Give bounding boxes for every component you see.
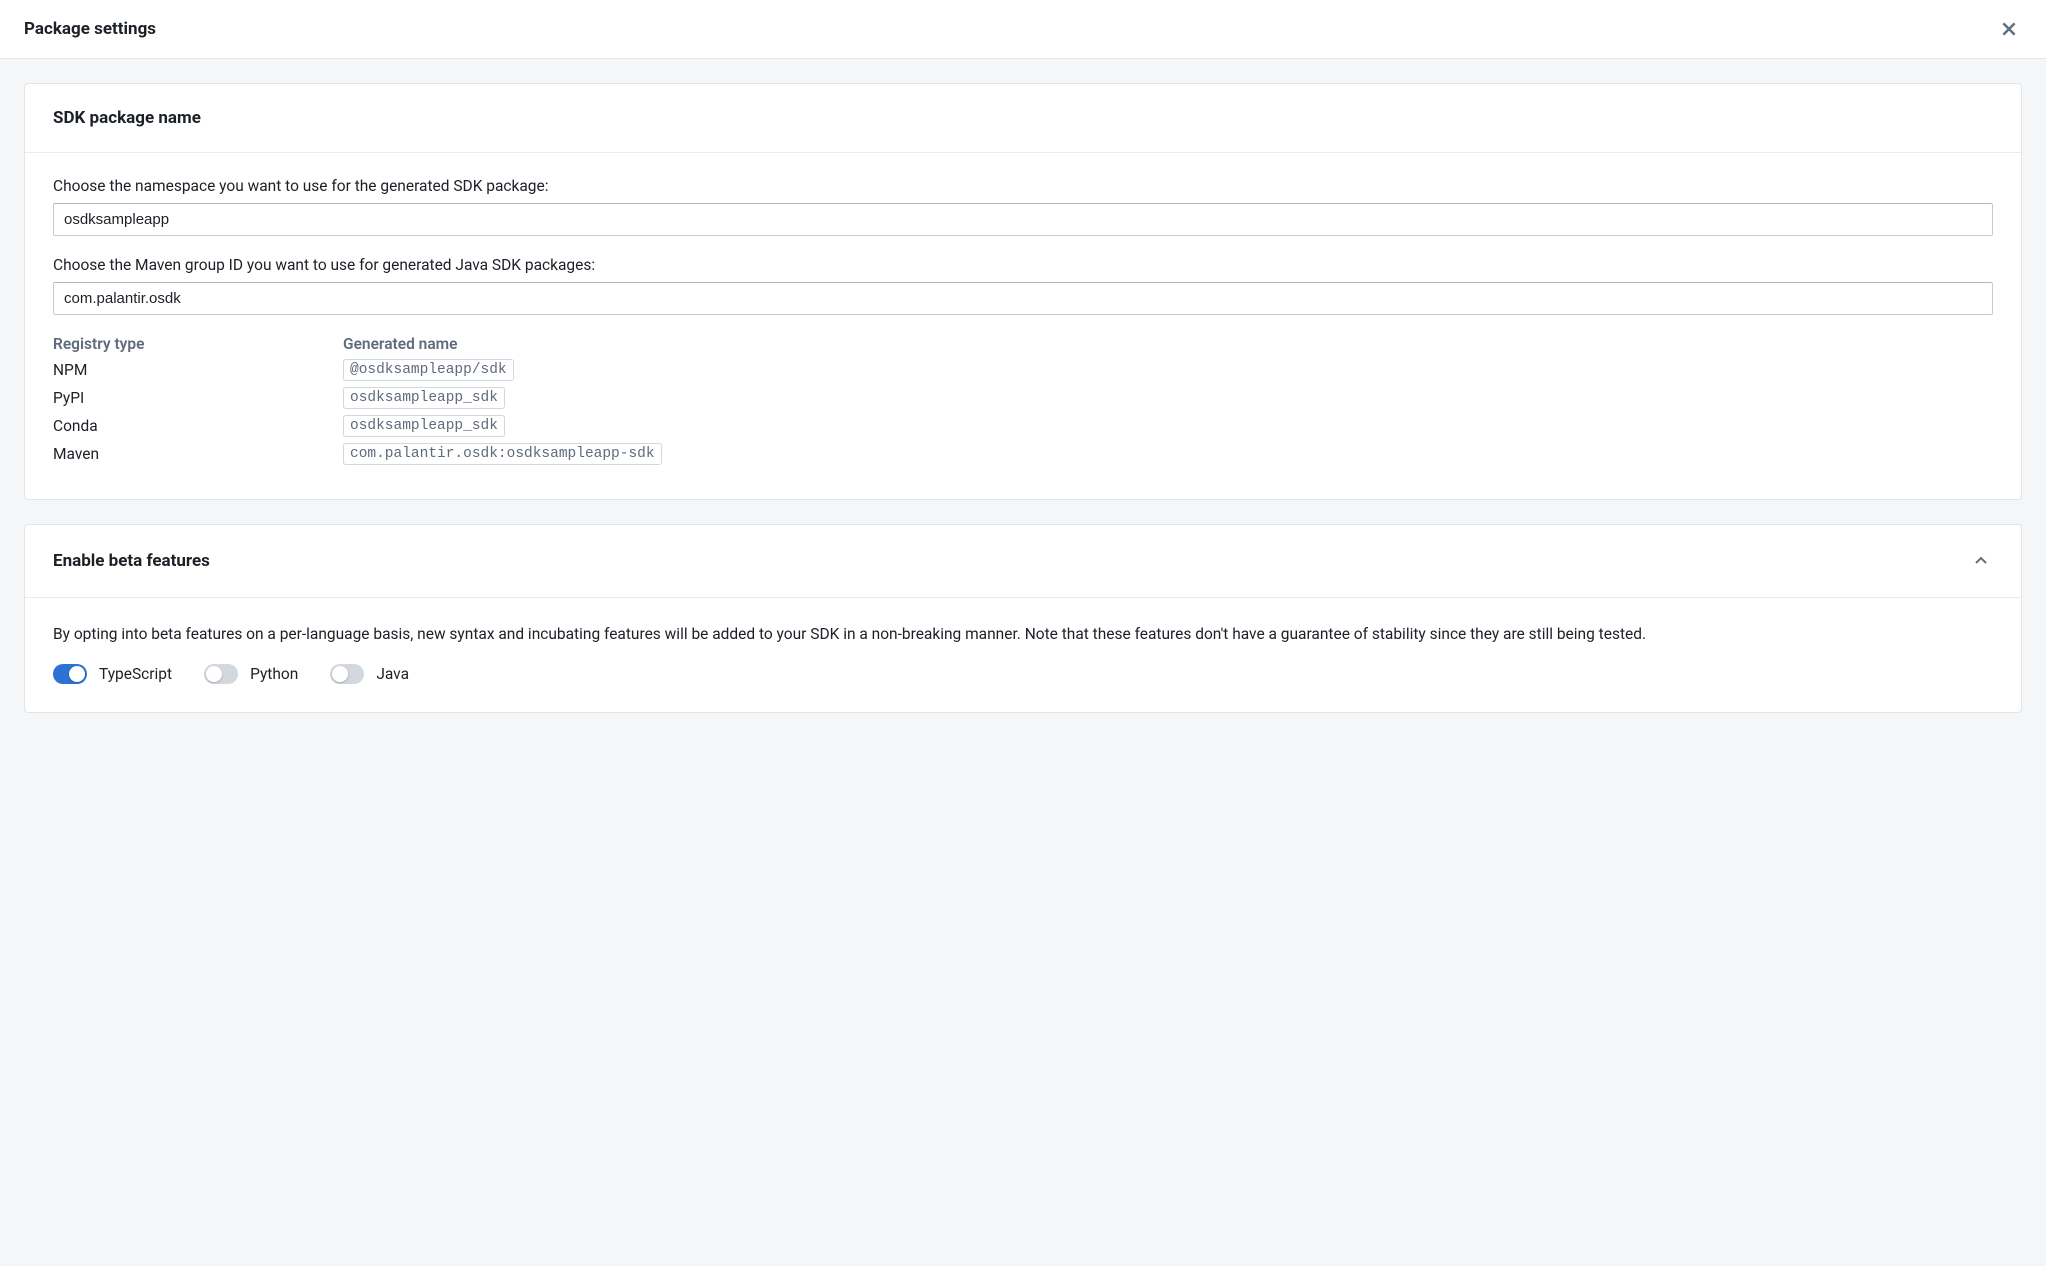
sdk-card-body: Choose the namespace you want to use for…	[25, 153, 2021, 499]
col-header-registry: Registry type	[53, 335, 343, 353]
sdk-card-header: SDK package name	[25, 84, 2021, 153]
beta-card-body: By opting into beta features on a per-la…	[25, 598, 2021, 712]
toggle-java: Java	[330, 664, 409, 684]
beta-card-header: Enable beta features	[25, 525, 2021, 598]
dialog-header: Package settings	[0, 0, 2046, 59]
toggle-knob	[206, 666, 222, 682]
sdk-package-card: SDK package name Choose the namespace yo…	[24, 83, 2022, 500]
close-icon	[2000, 20, 2018, 38]
maven-group-label: Choose the Maven group ID you want to us…	[53, 256, 1993, 274]
dialog-body: SDK package name Choose the namespace yo…	[0, 59, 2046, 761]
generated-name-chip: osdksampleapp_sdk	[343, 387, 505, 409]
beta-collapse-button[interactable]	[1969, 549, 1993, 573]
toggle-knob	[69, 666, 85, 682]
toggle-python-switch[interactable]	[204, 664, 238, 684]
registry-name: Maven	[53, 445, 343, 463]
toggle-typescript-switch[interactable]	[53, 664, 87, 684]
namespace-input[interactable]	[53, 203, 1993, 236]
toggle-java-switch[interactable]	[330, 664, 364, 684]
dialog-title: Package settings	[24, 19, 156, 39]
close-button[interactable]	[1996, 16, 2022, 42]
beta-features-card: Enable beta features By opting into beta…	[24, 524, 2022, 713]
table-row: PyPI osdksampleapp_sdk	[53, 387, 1993, 409]
maven-group-input[interactable]	[53, 282, 1993, 315]
col-header-generated: Generated name	[343, 335, 1993, 353]
toggle-python-label: Python	[250, 665, 298, 683]
toggle-knob	[332, 666, 348, 682]
beta-description: By opting into beta features on a per-la…	[53, 622, 1993, 646]
registry-table-header: Registry type Generated name	[53, 335, 1993, 353]
beta-toggles-row: TypeScript Python Java	[53, 664, 1993, 684]
generated-name-chip: osdksampleapp_sdk	[343, 415, 505, 437]
table-row: Maven com.palantir.osdk:osdksampleapp-sd…	[53, 443, 1993, 465]
toggle-java-label: Java	[376, 665, 409, 683]
namespace-label: Choose the namespace you want to use for…	[53, 177, 1993, 195]
toggle-python: Python	[204, 664, 298, 684]
beta-card-title: Enable beta features	[53, 551, 210, 571]
toggle-typescript-label: TypeScript	[99, 665, 172, 683]
table-row: NPM @osdksampleapp/sdk	[53, 359, 1993, 381]
registry-name: PyPI	[53, 389, 343, 407]
generated-name-chip: @osdksampleapp/sdk	[343, 359, 514, 381]
registry-name: NPM	[53, 361, 343, 379]
table-row: Conda osdksampleapp_sdk	[53, 415, 1993, 437]
generated-name-chip: com.palantir.osdk:osdksampleapp-sdk	[343, 443, 662, 465]
registry-name: Conda	[53, 417, 343, 435]
sdk-card-title: SDK package name	[53, 108, 201, 128]
toggle-typescript: TypeScript	[53, 664, 172, 684]
chevron-up-icon	[1973, 553, 1989, 569]
